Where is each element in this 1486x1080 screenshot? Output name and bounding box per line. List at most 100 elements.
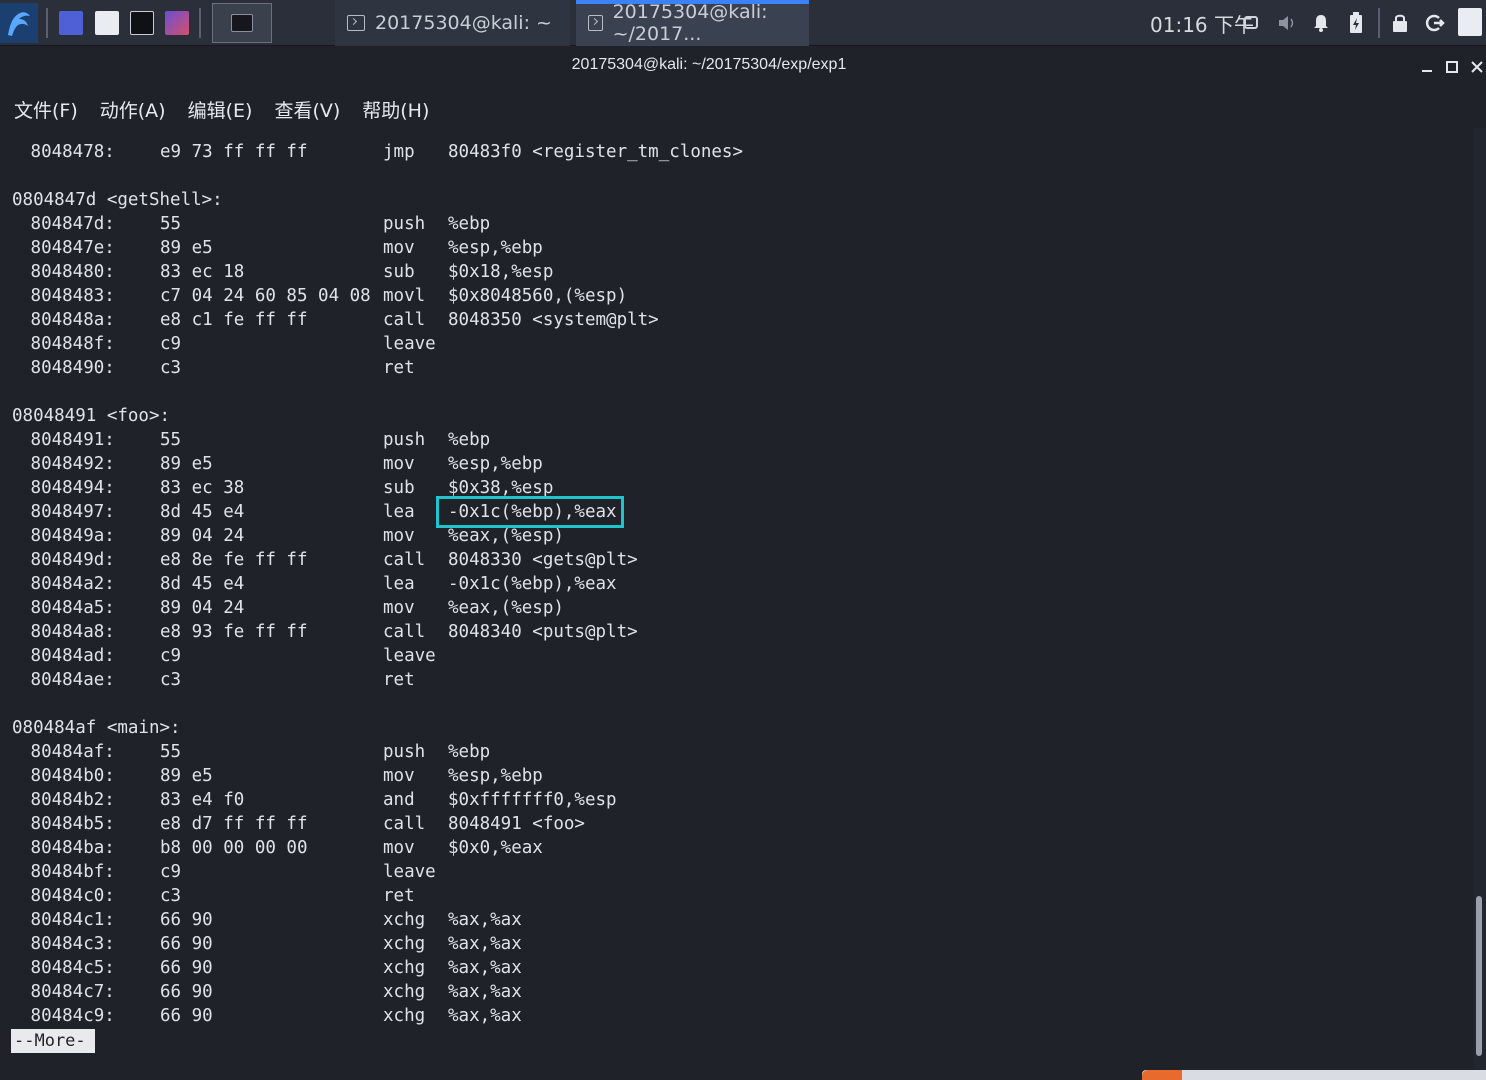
instruction-opcode: ret — [383, 670, 415, 690]
instruction-address: 8048497: — [20, 502, 115, 522]
instruction-operands: %ebp — [448, 742, 491, 762]
instruction-address: 8048483: — [20, 286, 115, 306]
instruction-operands: 8048340 <puts@plt> — [448, 622, 638, 642]
instruction-bytes: 66 90 — [160, 1006, 213, 1026]
kali-dragon-icon[interactable] — [0, 3, 38, 43]
instruction-bytes: 83 ec 18 — [160, 262, 245, 282]
instruction-bytes: 66 90 — [160, 934, 213, 954]
instruction-operands: %esp,%ebp — [448, 238, 543, 258]
instruction-address: 8048491: — [20, 430, 115, 450]
workspace-switcher[interactable] — [212, 3, 272, 43]
instruction-operands: %ax,%ax — [448, 910, 522, 930]
instruction-opcode: call — [383, 550, 426, 570]
display-icon[interactable] — [1240, 12, 1262, 34]
panel-separator — [46, 8, 48, 38]
instruction-bytes: e9 73 ff ff ff — [160, 142, 308, 162]
instruction-address: 80484a2: — [20, 574, 115, 594]
instruction-address: 8048478: — [20, 142, 115, 162]
close-icon[interactable] — [1468, 58, 1486, 76]
instruction-operands: $0x18,%esp — [448, 262, 554, 282]
instruction-opcode: mov — [383, 598, 415, 618]
instruction-address: 804847d: — [20, 214, 115, 234]
panel-separator — [1378, 8, 1380, 38]
instruction-operands: %ax,%ax — [448, 1006, 522, 1026]
instruction-bytes: 83 ec 38 — [160, 478, 245, 498]
battery-icon[interactable] — [1345, 12, 1367, 34]
instruction-operands: %ax,%ax — [448, 982, 522, 1002]
instruction-address: 80484c3: — [20, 934, 115, 954]
clock[interactable]: 01:16 下午 — [1150, 0, 1254, 46]
instruction-address: 804847e: — [20, 238, 115, 258]
instruction-bytes: 89 e5 — [160, 766, 213, 786]
function-label: 0804847d <getShell>: — [12, 190, 223, 210]
instruction-opcode: xchg — [383, 934, 426, 954]
instruction-bytes: c9 — [160, 862, 182, 882]
panel-separator — [199, 8, 201, 38]
instruction-operands: %ebp — [448, 430, 491, 450]
menu-view[interactable]: 查看(V) — [274, 96, 340, 123]
instruction-opcode: mov — [383, 454, 415, 474]
instruction-operands: %eax,(%esp) — [448, 598, 564, 618]
instruction-address: 80484c1: — [20, 910, 115, 930]
instruction-opcode: leave — [383, 334, 436, 354]
instruction-opcode: mov — [383, 526, 415, 546]
menu-help[interactable]: 帮助(H) — [362, 96, 429, 123]
terminal-launcher-icon[interactable] — [127, 3, 157, 43]
background-window-edge — [1142, 1070, 1486, 1080]
instruction-opcode: jmp — [383, 142, 415, 162]
instruction-address: 80484ae: — [20, 670, 115, 690]
maximize-icon[interactable] — [1443, 58, 1461, 76]
instruction-opcode: push — [383, 430, 426, 450]
instruction-address: 80484a8: — [20, 622, 115, 642]
instruction-address: 8048490: — [20, 358, 115, 378]
screenshot-tool-icon[interactable] — [162, 3, 192, 43]
instruction-address: 80484a5: — [20, 598, 115, 618]
instruction-bytes: c9 — [160, 646, 182, 666]
instruction-opcode: call — [383, 310, 426, 330]
bell-icon[interactable] — [1310, 12, 1332, 34]
instruction-address: 80484ba: — [20, 838, 115, 858]
instruction-bytes: e8 c1 fe ff ff — [160, 310, 308, 330]
menubar: 文件(F) 动作(A) 编辑(E) 查看(V) 帮助(H) — [0, 90, 1486, 128]
instruction-bytes: c3 — [160, 670, 182, 690]
user-avatar[interactable] — [1458, 8, 1482, 36]
instruction-bytes: 55 — [160, 430, 182, 450]
app-launcher-icon[interactable] — [56, 3, 86, 43]
pager-prompt: --More-- — [11, 1029, 95, 1075]
instruction-address: 80484ad: — [20, 646, 115, 666]
instruction-bytes: e8 8e fe ff ff — [160, 550, 308, 570]
taskbar-item-terminal-1[interactable]: 20175304@kali: ~ — [335, 0, 570, 46]
window-titlebar: 20175304@kali: ~/20175304/exp/exp1 — [0, 46, 1486, 90]
instruction-opcode: mov — [383, 838, 415, 858]
minimize-icon[interactable] — [1418, 58, 1436, 76]
file-manager-icon[interactable] — [92, 3, 122, 43]
instruction-bytes: 89 e5 — [160, 454, 213, 474]
terminal-icon — [588, 15, 603, 31]
instruction-operands: %esp,%ebp — [448, 766, 543, 786]
instruction-address: 80484b0: — [20, 766, 115, 786]
menu-actions[interactable]: 动作(A) — [100, 96, 166, 123]
instruction-operands: $0x8048560,(%esp) — [448, 286, 628, 306]
volume-icon[interactable] — [1276, 12, 1298, 34]
lock-icon[interactable] — [1389, 12, 1411, 34]
instruction-opcode: xchg — [383, 910, 426, 930]
instruction-address: 804848f: — [20, 334, 115, 354]
menu-edit[interactable]: 编辑(E) — [188, 96, 253, 123]
instruction-opcode: call — [383, 622, 426, 642]
instruction-address: 8048492: — [20, 454, 115, 474]
instruction-address: 80484b2: — [20, 790, 115, 810]
scrollbar-thumb[interactable] — [1476, 896, 1482, 1056]
menu-file[interactable]: 文件(F) — [14, 96, 78, 123]
instruction-address: 80484bf: — [20, 862, 115, 882]
instruction-bytes: e8 d7 ff ff ff — [160, 814, 308, 834]
instruction-address: 80484c7: — [20, 982, 115, 1002]
instruction-address: 80484c5: — [20, 958, 115, 978]
instruction-bytes: 66 90 — [160, 958, 213, 978]
logout-icon[interactable] — [1424, 12, 1446, 34]
taskbar-item-label: 20175304@kali: ~/2017... — [612, 1, 768, 45]
instruction-operands: 80483f0 <register_tm_clones> — [448, 142, 744, 162]
instruction-address: 80484c0: — [20, 886, 115, 906]
instruction-operands: 8048491 <foo> — [448, 814, 585, 834]
instruction-address: 80484c9: — [20, 1006, 115, 1026]
taskbar-item-terminal-2[interactable]: 20175304@kali: ~/2017... — [576, 0, 809, 46]
